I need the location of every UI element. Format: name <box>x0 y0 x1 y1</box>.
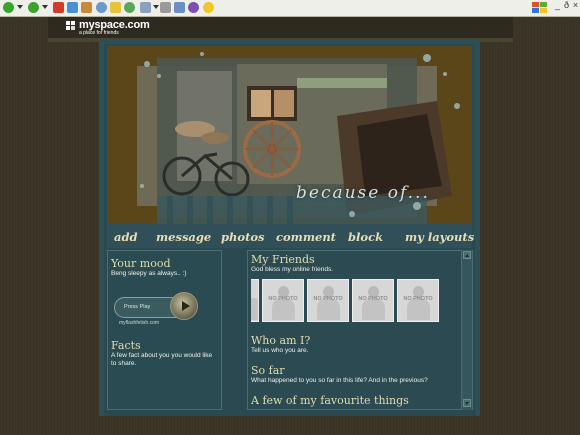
back-icon[interactable] <box>3 2 14 13</box>
no-photo-label: NO PHOTO <box>358 296 388 302</box>
sofar-title: So far <box>251 364 285 377</box>
no-photo-label: NO PHOTO <box>403 296 433 302</box>
favourites-title: A few of my favourite things <box>251 394 409 407</box>
history-icon[interactable] <box>124 2 135 13</box>
play-button[interactable] <box>170 292 198 320</box>
scroll-up-button[interactable] <box>463 251 471 259</box>
edit-icon[interactable] <box>174 2 185 13</box>
forward-icon[interactable] <box>28 2 39 13</box>
no-photo-label: NO PHOTO <box>313 296 343 302</box>
myspace-logo-icon <box>66 21 75 30</box>
favorites-icon[interactable] <box>110 2 121 13</box>
nav-add[interactable]: add <box>114 230 138 244</box>
smiley-icon[interactable] <box>203 2 214 13</box>
friends-text: God bless my online friends. <box>251 266 334 273</box>
friend-thumbnail[interactable]: NO PHOTO <box>307 279 349 322</box>
scroll-up-icon <box>465 254 469 257</box>
player-label: Press Play <box>124 304 151 310</box>
restore-button[interactable]: ð <box>562 1 571 10</box>
no-photo-label: NO PHOTO <box>268 296 298 302</box>
scroll-down-icon <box>465 402 469 405</box>
right-column-scrollbar[interactable] <box>461 250 472 410</box>
print-icon[interactable] <box>160 2 171 13</box>
close-button[interactable]: × <box>571 1 580 10</box>
friends-title: My Friends <box>251 253 315 266</box>
sofar-text: What happened to you so far in this life… <box>251 377 428 384</box>
nav-message[interactable]: message <box>156 230 211 244</box>
mail-dropdown-icon[interactable] <box>153 5 159 9</box>
music-player: Press Play <box>114 290 199 324</box>
scroll-down-button[interactable] <box>463 399 471 407</box>
refresh-icon[interactable] <box>67 2 78 13</box>
search-icon[interactable] <box>96 2 107 13</box>
nav-comment[interactable]: comment <box>276 230 336 244</box>
nav-photos[interactable]: photos <box>221 230 265 244</box>
windows-logo-icon <box>532 2 547 13</box>
facts-title: Facts <box>111 339 141 352</box>
nav-block[interactable]: block <box>348 230 383 244</box>
messenger-icon[interactable] <box>188 2 199 13</box>
forward-dropdown-icon[interactable] <box>42 5 48 9</box>
mail-icon[interactable] <box>140 2 151 13</box>
facts-text: A few fact about you you would like to s… <box>111 352 213 367</box>
browser-toolbar: _ ð × <box>0 0 580 17</box>
friend-thumbnail[interactable]: NO PHOTO <box>397 279 439 322</box>
home-icon[interactable] <box>81 2 92 13</box>
who-title: Who am I? <box>251 334 311 347</box>
friend-thumbnail[interactable]: NO PHOTO <box>262 279 304 322</box>
myspace-logo[interactable]: myspace.com a place for friends <box>66 19 156 38</box>
mood-title: Your mood <box>111 257 171 270</box>
who-text: Tell us who you are. <box>251 347 309 354</box>
stop-icon[interactable] <box>53 2 64 13</box>
friend-silhouette <box>251 298 258 320</box>
player-credit[interactable]: myflashfetish.com <box>119 320 159 326</box>
mood-text: Beng sleepy as always.. :) <box>111 270 187 277</box>
minimize-button[interactable]: _ <box>553 1 562 10</box>
friend-thumbnail[interactable] <box>251 279 259 322</box>
right-column <box>247 250 473 410</box>
friend-thumbnail[interactable]: NO PHOTO <box>352 279 394 322</box>
myspace-tagline: a place for friends <box>79 30 119 36</box>
back-dropdown-icon[interactable] <box>17 5 23 9</box>
nav-my-layouts[interactable]: my layouts <box>405 230 474 244</box>
banner-caption: because of... <box>296 183 430 203</box>
play-icon <box>182 301 190 311</box>
